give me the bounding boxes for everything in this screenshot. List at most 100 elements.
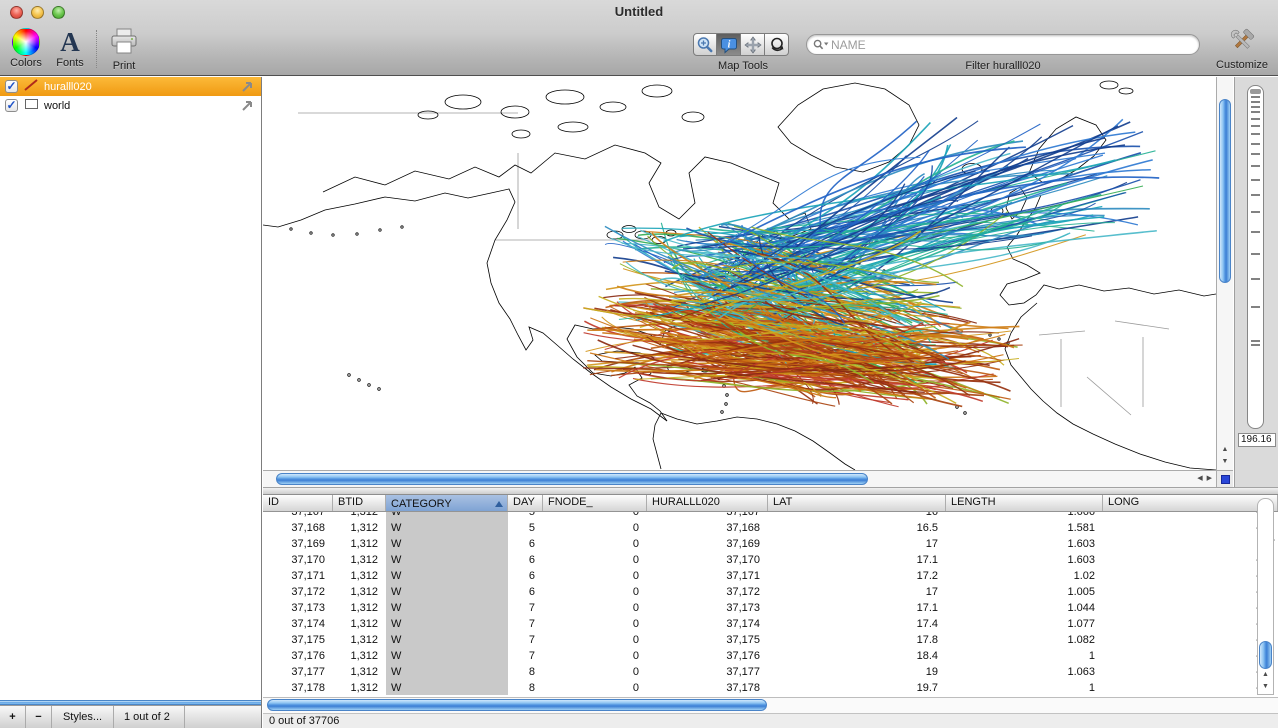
add-layer-button[interactable]: + (0, 706, 26, 728)
table-row[interactable]: 37,1671,312W5037,167161.666-69. (263, 512, 1278, 520)
table-row[interactable]: 37,1751,312W7037,17517.81.082-80. (263, 632, 1278, 648)
cell-day: 7 (508, 648, 543, 664)
zoom-tick (1251, 101, 1260, 103)
column-header-long[interactable]: LONG (1103, 495, 1278, 511)
zoom-tool-button[interactable] (693, 33, 717, 56)
cell-fnode_: 0 (543, 536, 647, 552)
column-header-btid[interactable]: BTID (333, 495, 386, 511)
cell-length: 1.02 (946, 568, 1103, 584)
table-row[interactable]: 37,1771,312W8037,177191.063-81. (263, 664, 1278, 680)
table-vertical-scrollbar[interactable]: ▲ ▼ (1257, 498, 1274, 695)
table-row[interactable]: 37,1731,312W7037,17317.11.044-78. (263, 600, 1278, 616)
remove-layer-button[interactable]: − (26, 706, 52, 728)
pane-splitter[interactable] (263, 487, 1278, 495)
minimize-button[interactable] (31, 6, 44, 19)
cell-length: 1.603 (946, 552, 1103, 568)
scroll-right-icon[interactable]: ▶ (1207, 473, 1212, 485)
sort-ascending-icon (495, 501, 503, 507)
cell-long: -79. (1103, 616, 1278, 632)
layer-row[interactable]: ✓huralll020 (0, 77, 261, 96)
cell-length: 1.082 (946, 632, 1103, 648)
table-row[interactable]: 37,1781,312W8037,17819.71-82. (263, 680, 1278, 695)
zoom-tick (1251, 340, 1260, 342)
cell-btid: 1,312 (333, 600, 386, 616)
close-button[interactable] (10, 6, 23, 19)
layer-row[interactable]: ✓world (0, 96, 261, 115)
column-header-length[interactable]: LENGTH (946, 495, 1103, 511)
layer-checkbox[interactable]: ✓ (5, 99, 18, 112)
cell-day: 8 (508, 680, 543, 695)
table-scroll-up-icon[interactable]: ▲ (1258, 669, 1273, 681)
fonts-button[interactable]: A Fonts (49, 28, 91, 69)
titlebar[interactable]: Untitled (0, 0, 1278, 24)
map-hscroll-thumb[interactable] (276, 473, 868, 485)
zoom-slider[interactable] (1247, 85, 1264, 429)
scroll-down-icon[interactable]: ▼ (1217, 456, 1233, 468)
cell-long: -7 (1103, 536, 1278, 552)
customize-button[interactable]: Customize (1210, 27, 1274, 71)
table-row[interactable]: 37,1761,312W7037,17618.41-81. (263, 648, 1278, 664)
cell-btid: 1,312 (333, 632, 386, 648)
cell-category: W (386, 680, 508, 695)
cell-length: 1.005 (946, 584, 1103, 600)
colors-button[interactable]: Colors (3, 28, 49, 69)
column-header-lat[interactable]: LAT (768, 495, 946, 511)
print-label: Print (100, 60, 148, 72)
app-window: Untitled Colors A Fonts Print (0, 0, 1278, 728)
filter-search-field[interactable] (806, 34, 1200, 55)
cell-long: -76. (1103, 568, 1278, 584)
table-row[interactable]: 37,1681,312W5037,16816.51.581-71. (263, 520, 1278, 536)
table-row[interactable]: 37,1701,312W6037,17017.11.603-74. (263, 552, 1278, 568)
cell-day: 5 (508, 512, 543, 520)
info-tool-button[interactable]: i (717, 33, 741, 56)
jump-arrow-icon[interactable] (241, 80, 254, 93)
cell-btid: 1,312 (333, 512, 386, 520)
cell-length: 1.666 (946, 512, 1103, 520)
map-vscroll-thumb[interactable] (1219, 99, 1231, 283)
table-row[interactable]: 37,1691,312W6037,169171.603-7 (263, 536, 1278, 552)
table-horizontal-scrollbar[interactable] (263, 697, 1278, 713)
map-horizontal-scrollbar[interactable]: ◀ ▶ (263, 470, 1216, 487)
layer-count: 1 out of 2 (114, 706, 185, 728)
cell-huralll020: 37,172 (647, 584, 768, 600)
table-status-bar: 0 out of 37706 (263, 713, 1278, 728)
column-header-category[interactable]: CATEGORY (386, 495, 508, 511)
column-header-id[interactable]: ID (263, 495, 333, 511)
jump-arrow-icon[interactable] (241, 99, 254, 112)
table-vscroll-thumb[interactable] (1259, 641, 1272, 669)
table-row[interactable]: 37,1721,312W6037,172171.005-77. (263, 584, 1278, 600)
world-map (263, 77, 1216, 470)
zoom-window-button[interactable] (52, 6, 65, 19)
cell-fnode_: 0 (543, 600, 647, 616)
table-scroll-down-icon[interactable]: ▼ (1258, 681, 1273, 693)
map-canvas[interactable]: 19.677 degree (263, 77, 1216, 470)
layer-checkbox[interactable]: ✓ (5, 80, 18, 93)
column-header-huralll020[interactable]: HURALLL020 (647, 495, 768, 511)
table-row[interactable]: 37,1711,312W6037,17117.21.02-76. (263, 568, 1278, 584)
orbit-zoom-tool-button[interactable] (765, 33, 789, 56)
polygon-swatch-icon (25, 99, 38, 109)
search-input[interactable] (829, 37, 1193, 53)
cell-lat: 16 (768, 512, 946, 520)
pan-tool-button[interactable] (741, 33, 765, 56)
zoom-slider-thumb[interactable] (1250, 89, 1261, 94)
zoom-value-field[interactable]: 196.16 (1238, 433, 1276, 447)
cell-btid: 1,312 (333, 584, 386, 600)
styles-button[interactable]: Styles... (52, 706, 114, 728)
pan-arrows-icon (744, 36, 762, 54)
pane-resize-handle[interactable] (1221, 475, 1230, 484)
cell-category: W (386, 584, 508, 600)
cell-id: 37,170 (263, 552, 333, 568)
cell-long: -81. (1103, 664, 1278, 680)
map-vertical-scrollbar[interactable]: ▲ ▼ (1216, 77, 1233, 470)
cell-id: 37,171 (263, 568, 333, 584)
table-hscroll-thumb[interactable] (267, 699, 767, 711)
layer-list: ✓huralll020✓world (0, 77, 261, 115)
column-header-fnode_[interactable]: FNODE_ (543, 495, 647, 511)
cell-length: 1 (946, 680, 1103, 695)
scroll-up-icon[interactable]: ▲ (1217, 444, 1233, 456)
table-row[interactable]: 37,1741,312W7037,17417.41.077-79. (263, 616, 1278, 632)
scroll-left-icon[interactable]: ◀ (1197, 473, 1202, 485)
print-button[interactable]: Print (100, 27, 148, 72)
column-header-day[interactable]: DAY (508, 495, 543, 511)
